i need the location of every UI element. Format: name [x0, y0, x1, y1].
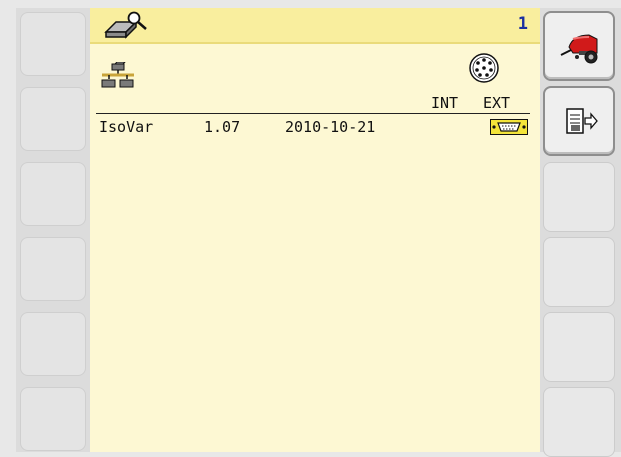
- column-header-ext: EXT: [483, 94, 511, 112]
- title-bar: 1: [90, 8, 540, 44]
- right-softkey-6[interactable]: [543, 387, 615, 457]
- left-softkey-2[interactable]: [20, 87, 86, 151]
- serial-port-icon: [490, 119, 528, 139]
- document-export-icon: [565, 107, 599, 141]
- module-date: 2010-10-21: [285, 118, 376, 136]
- eraser-magnifier-icon: [102, 10, 150, 44]
- left-softkey-1[interactable]: [20, 12, 86, 76]
- left-softkey-6[interactable]: [20, 387, 86, 451]
- right-softkey-3[interactable]: [543, 162, 615, 232]
- left-softkey-column: [16, 8, 90, 452]
- baler-softkey[interactable]: [543, 11, 615, 81]
- right-softkey-5[interactable]: [543, 312, 615, 382]
- main-panel: 1 INT EXT IsoVar 1.07 2010-10-21: [90, 8, 540, 452]
- baler-machine-icon: [559, 29, 603, 69]
- right-softkey-column: [540, 8, 621, 457]
- terminal-screen: 1 INT EXT IsoVar 1.07 2010-10-21: [0, 0, 621, 457]
- module-name: IsoVar: [99, 118, 154, 136]
- module-version: 1.07: [204, 118, 241, 136]
- right-softkey-4[interactable]: [543, 237, 615, 307]
- left-softkey-3[interactable]: [20, 162, 86, 226]
- column-header-int: INT: [431, 94, 459, 112]
- left-softkey-5[interactable]: [20, 312, 86, 376]
- round-connector-icon: [466, 52, 502, 90]
- page-number: 1: [517, 14, 528, 34]
- left-softkey-4[interactable]: [20, 237, 86, 301]
- network-modules-icon: [100, 61, 136, 96]
- table-row[interactable]: IsoVar 1.07 2010-10-21: [90, 118, 540, 138]
- header-divider: [96, 113, 530, 114]
- export-softkey[interactable]: [543, 86, 615, 156]
